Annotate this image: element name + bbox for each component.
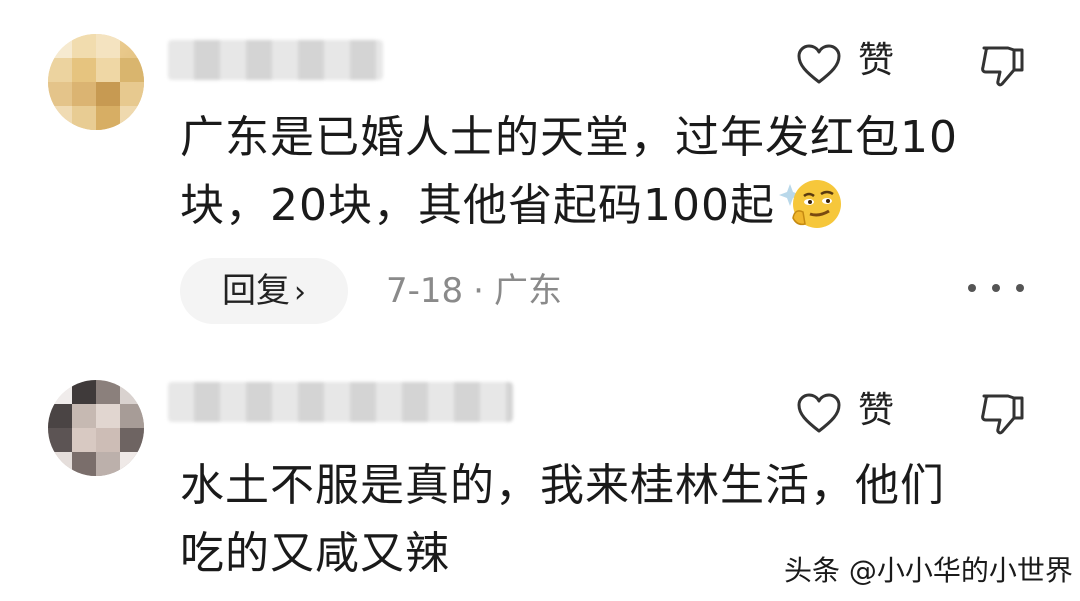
comment-item: 赞 广东是已婚人士的天堂，过年发红包10 块，20块，其他省起码100起 回复 ›… (0, 0, 1080, 340)
more-options-icon[interactable] (968, 268, 1024, 308)
watermark: 头条 @小小华的小世界 (784, 554, 1073, 587)
smirk-face-emoji-icon (778, 180, 841, 228)
comment-date: 7-18 (386, 271, 464, 311)
comment-text-line: 块，20块，其他省起码100起 (180, 180, 775, 231)
like-label[interactable]: 赞 (858, 40, 894, 82)
username-blurred[interactable] (168, 382, 513, 422)
thumbs-down-icon[interactable] (978, 42, 1026, 90)
heart-icon[interactable] (796, 392, 842, 434)
comment-text-line: 水土不服是真的，我来桂林生活，他们 (180, 460, 945, 511)
chevron-right-icon: › (294, 275, 306, 310)
thumbs-down-icon[interactable] (978, 390, 1026, 438)
heart-icon[interactable] (796, 43, 842, 85)
reply-label: 回复 (222, 271, 290, 311)
avatar[interactable] (48, 34, 144, 130)
meta-separator: · (473, 271, 484, 311)
comment-text: 广东是已婚人士的天堂，过年发红包10 块，20块，其他省起码100起 (180, 104, 1040, 240)
reply-button[interactable]: 回复 › (180, 258, 348, 324)
like-label[interactable]: 赞 (858, 390, 894, 432)
comment-text-line: 广东是已婚人士的天堂，过年发红包10 (180, 112, 958, 163)
avatar[interactable] (48, 380, 144, 476)
comment-location: 广东 (493, 271, 562, 311)
username-blurred[interactable] (168, 40, 383, 80)
comment-meta: 7-18 · 广东 (386, 266, 562, 316)
